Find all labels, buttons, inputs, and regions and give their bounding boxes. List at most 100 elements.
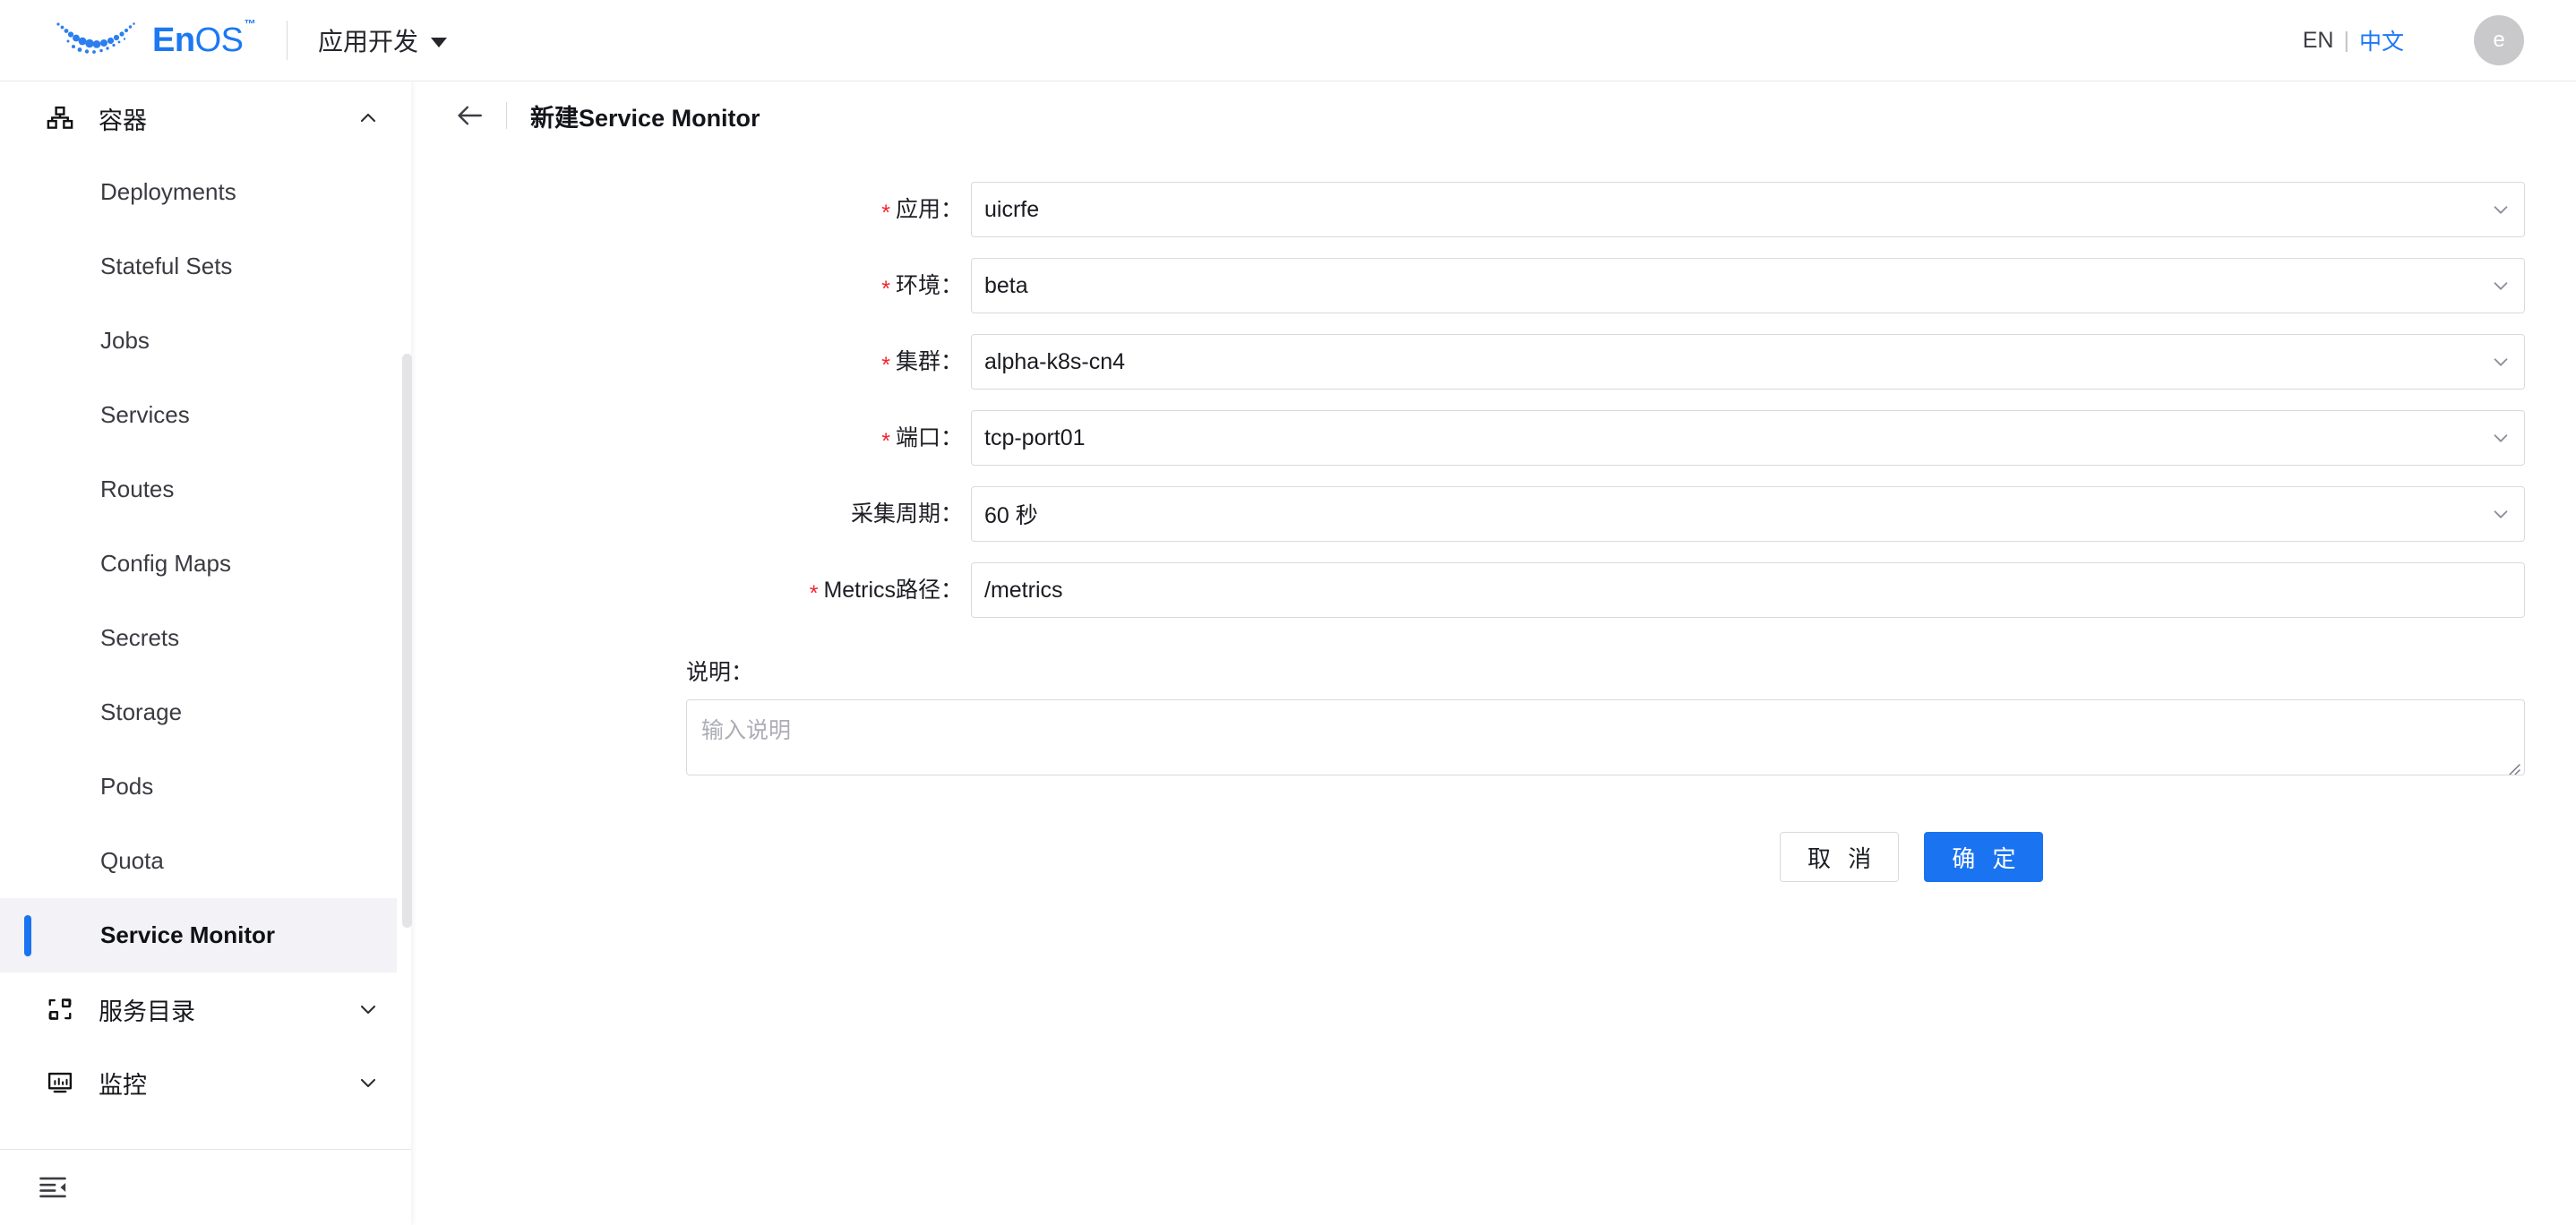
logo-tm: ™ bbox=[244, 17, 255, 30]
sidebar-group-label: 监控 bbox=[99, 1066, 357, 1101]
caret-down-icon bbox=[431, 38, 447, 47]
application-value: uicrfe bbox=[984, 197, 1039, 223]
brand-logo[interactable]: EnOS™ bbox=[54, 19, 254, 62]
scrape-interval-value: 60 秒 bbox=[984, 498, 1038, 530]
brand-wordmark: EnOS™ bbox=[152, 23, 254, 57]
sidebar-group-label: 容器 bbox=[99, 101, 357, 136]
label-text: Metrics路径： bbox=[823, 578, 963, 603]
description-label: 说明： bbox=[686, 655, 2576, 687]
chevron-down-icon[interactable] bbox=[357, 998, 379, 1020]
scrape-interval-select[interactable]: 60 秒 bbox=[971, 486, 2525, 542]
menu-fold-icon[interactable] bbox=[36, 1170, 70, 1204]
form-control-application: uicrfe bbox=[971, 182, 2525, 237]
sidebar-item-label: Routes bbox=[100, 475, 174, 503]
form-label-environment: *环境： bbox=[411, 258, 971, 313]
app-switcher[interactable]: 应用开发 bbox=[318, 22, 447, 58]
sidebar-group-service-catalog[interactable]: 服务目录 bbox=[0, 972, 411, 1046]
service-monitor-form: *应用： uicrfe *环境： beta bbox=[411, 182, 2576, 882]
chevron-down-icon[interactable] bbox=[357, 1072, 379, 1093]
sidebar-item-label: Jobs bbox=[100, 327, 150, 355]
sidebar-item-config-maps[interactable]: Config Maps bbox=[0, 527, 411, 601]
sidebar-item-label: Services bbox=[100, 401, 190, 429]
page-title: 新建Service Monitor bbox=[530, 99, 760, 133]
active-indicator bbox=[24, 915, 31, 956]
sidebar-item-pods[interactable]: Pods bbox=[0, 750, 411, 824]
sidebar-item-services[interactable]: Services bbox=[0, 378, 411, 452]
cancel-button[interactable]: 取 消 bbox=[1780, 832, 1899, 882]
sidebar-item-quota[interactable]: Quota bbox=[0, 824, 411, 898]
sidebar-group-label: 服务目录 bbox=[99, 992, 357, 1027]
sidebar-item-service-monitor[interactable]: Service Monitor bbox=[0, 898, 397, 972]
form-row-cluster: *集群： alpha-k8s-cn4 bbox=[411, 334, 2576, 390]
sidebar-group-monitoring[interactable]: 监控 bbox=[0, 1046, 411, 1119]
sitemap-icon bbox=[45, 103, 75, 133]
form-row-port: *端口： tcp-port01 bbox=[411, 410, 2576, 466]
sidebar-item-jobs[interactable]: Jobs bbox=[0, 304, 411, 378]
sidebar-item-label: Stateful Sets bbox=[100, 253, 232, 280]
lang-separator: | bbox=[2343, 28, 2349, 54]
sidebar-footer bbox=[0, 1149, 411, 1225]
app-switcher-label: 应用开发 bbox=[318, 22, 418, 58]
sidebar-group-containers[interactable]: 容器 bbox=[0, 81, 411, 155]
port-select[interactable]: tcp-port01 bbox=[971, 410, 2525, 466]
port-value: tcp-port01 bbox=[984, 425, 1086, 451]
sidebar-item-deployments[interactable]: Deployments bbox=[0, 155, 411, 229]
appstore-icon bbox=[45, 994, 75, 1024]
monitor-chart-icon bbox=[45, 1067, 75, 1098]
description-block: 说明： 输入说明 bbox=[411, 655, 2576, 775]
required-mark: * bbox=[810, 566, 819, 621]
metrics-path-input[interactable]: /metrics bbox=[971, 562, 2525, 618]
sidebar-item-secrets[interactable]: Secrets bbox=[0, 601, 411, 675]
top-header: EnOS™ 应用开发 EN | 中文 e bbox=[0, 0, 2576, 81]
description-placeholder: 输入说明 bbox=[701, 718, 791, 743]
sidebar-item-label: Service Monitor bbox=[100, 921, 275, 949]
page-header: 新建Service Monitor bbox=[411, 81, 2576, 150]
application-select[interactable]: uicrfe bbox=[971, 182, 2525, 237]
sidebar-item-label: Secrets bbox=[100, 624, 179, 652]
header-divider bbox=[287, 21, 288, 60]
form-control-metrics-path: /metrics bbox=[971, 562, 2525, 618]
required-mark: * bbox=[881, 414, 890, 469]
sidebar: 容器 Deployments Stateful Sets Jobs Servic… bbox=[0, 81, 411, 1225]
description-textarea[interactable]: 输入说明 bbox=[686, 699, 2525, 775]
label-text: 环境： bbox=[896, 273, 963, 298]
form-label-port: *端口： bbox=[411, 410, 971, 466]
confirm-button[interactable]: 确 定 bbox=[1924, 832, 2043, 882]
chevron-up-icon[interactable] bbox=[357, 107, 379, 129]
lang-en-option[interactable]: EN bbox=[2303, 28, 2334, 54]
resize-grip-icon[interactable] bbox=[2505, 757, 2521, 773]
form-label-metrics-path: *Metrics路径： bbox=[411, 562, 971, 618]
enos-dots-logo-icon bbox=[54, 19, 140, 62]
metrics-path-value: /metrics bbox=[984, 578, 1063, 604]
form-actions: 取 消 确 定 bbox=[411, 832, 2576, 882]
language-switcher: EN | 中文 bbox=[2303, 24, 2404, 56]
form-label-application: *应用： bbox=[411, 182, 971, 237]
environment-select[interactable]: beta bbox=[971, 258, 2525, 313]
cluster-select[interactable]: alpha-k8s-cn4 bbox=[971, 334, 2525, 390]
label-text: 端口： bbox=[896, 425, 963, 450]
sidebar-item-label: Pods bbox=[100, 773, 153, 801]
form-control-environment: beta bbox=[971, 258, 2525, 313]
label-text: 应用： bbox=[896, 197, 963, 222]
form-label-scrape-interval: 采集周期： bbox=[411, 486, 971, 542]
sidebar-item-label: Storage bbox=[100, 698, 182, 726]
sidebar-item-stateful-sets[interactable]: Stateful Sets bbox=[0, 229, 411, 304]
lang-zh-option[interactable]: 中文 bbox=[2359, 24, 2404, 56]
page-header-divider bbox=[506, 102, 507, 129]
arrow-left-icon[interactable] bbox=[454, 100, 485, 131]
avatar[interactable]: e bbox=[2474, 15, 2524, 65]
label-text: 集群： bbox=[896, 349, 963, 374]
sidebar-item-label: Deployments bbox=[100, 178, 236, 206]
form-control-scrape-interval: 60 秒 bbox=[971, 486, 2525, 542]
required-mark: * bbox=[881, 261, 890, 317]
form-row-metrics-path: *Metrics路径： /metrics bbox=[411, 562, 2576, 618]
required-mark: * bbox=[881, 338, 890, 393]
form-row-environment: *环境： beta bbox=[411, 258, 2576, 313]
sidebar-item-routes[interactable]: Routes bbox=[0, 452, 411, 527]
form-row-scrape-interval: 采集周期： 60 秒 bbox=[411, 486, 2576, 542]
sidebar-scroll-area: 容器 Deployments Stateful Sets Jobs Servic… bbox=[0, 81, 411, 1149]
sidebar-item-storage[interactable]: Storage bbox=[0, 675, 411, 750]
header-right-actions: EN | 中文 e bbox=[2303, 15, 2524, 65]
sidebar-scrollbar[interactable] bbox=[402, 354, 412, 928]
form-control-port: tcp-port01 bbox=[971, 410, 2525, 466]
